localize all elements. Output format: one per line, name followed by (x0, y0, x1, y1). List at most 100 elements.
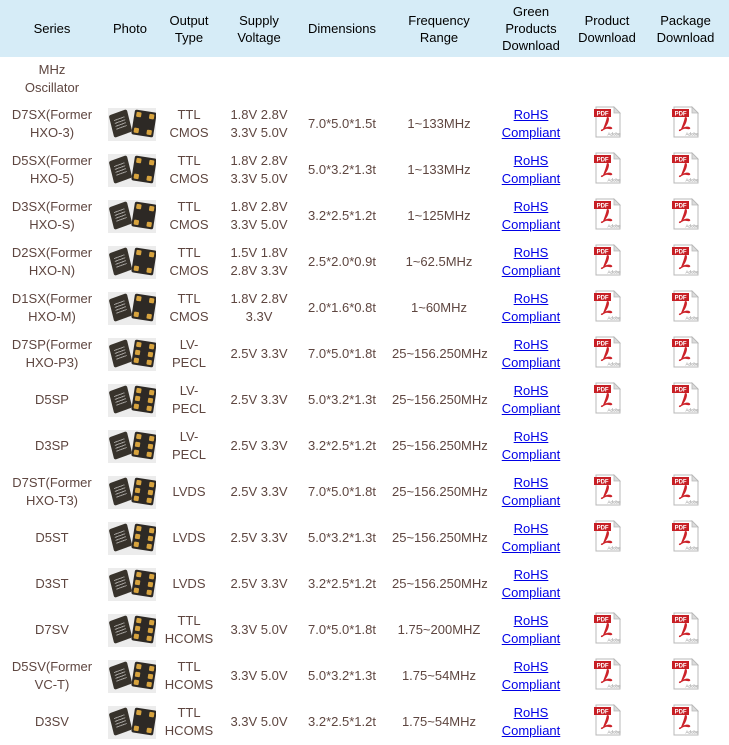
oscillator-photo (108, 246, 156, 279)
chip-pad (136, 249, 142, 255)
rohs-compliant-link[interactable]: RoHS Compliant (502, 520, 561, 556)
product-pdf-icon[interactable]: PDF Adobe (594, 520, 621, 552)
chip-pad (149, 435, 155, 441)
product-pdf-icon[interactable]: PDF Adobe (594, 290, 621, 322)
green-products-cell: RoHS Compliant (490, 193, 572, 239)
product-pdf-icon[interactable]: PDF Adobe (594, 244, 621, 276)
svg-text:PDF: PDF (675, 617, 687, 623)
product-pdf-icon[interactable]: PDF Adobe (594, 336, 621, 368)
product-download-cell: PDF Adobe (572, 699, 642, 745)
svg-text:Adobe: Adobe (607, 499, 621, 504)
chip-pad (149, 573, 155, 579)
rohs-compliant-link[interactable]: RoHS Compliant (502, 244, 561, 280)
package-pdf-icon[interactable]: PDF Adobe (672, 290, 699, 322)
svg-text:Adobe: Adobe (607, 545, 621, 550)
series-cell: D5ST (0, 515, 104, 561)
svg-text:Adobe: Adobe (686, 545, 700, 550)
series-name: D5SP (35, 392, 69, 407)
package-pdf-icon[interactable]: PDF Adobe (672, 704, 699, 736)
rohs-compliant-link[interactable]: RoHS Compliant (502, 612, 561, 648)
chip-top-view (109, 247, 133, 276)
package-pdf-icon[interactable]: PDF Adobe (672, 198, 699, 230)
product-pdf-icon[interactable]: PDF Adobe (594, 382, 621, 414)
product-pdf-icon[interactable]: PDF Adobe (594, 152, 621, 184)
chip-pad (136, 295, 142, 301)
product-download-cell: PDF Adobe (572, 653, 642, 699)
chip-pad (133, 127, 139, 133)
rohs-compliant-link[interactable]: RoHS Compliant (502, 382, 561, 418)
frequency-range-value: 1.75~54MHz (402, 714, 476, 729)
package-pdf-icon[interactable]: PDF Adobe (672, 612, 699, 644)
output-type-value: TTL CMOS (170, 199, 209, 232)
product-pdf-icon[interactable]: PDF Adobe (594, 474, 621, 506)
rohs-compliant-link[interactable]: RoHS Compliant (502, 290, 561, 326)
svg-text:Adobe: Adobe (607, 361, 621, 366)
package-pdf-icon[interactable]: PDF Adobe (672, 520, 699, 552)
chip-pad (148, 627, 154, 633)
package-download-cell: PDF Adobe (642, 331, 729, 377)
green-products-cell: RoHS Compliant (490, 101, 572, 147)
frequency-range-value: 1~125MHz (407, 208, 470, 223)
output-type-cell: LVDS (156, 561, 222, 607)
product-pdf-icon[interactable]: PDF Adobe (594, 198, 621, 230)
series-name: D5SV(Former VC-T) (12, 659, 92, 692)
chip-bottom-view (131, 661, 156, 689)
product-pdf-icon[interactable]: PDF Adobe (594, 612, 621, 644)
oscillator-photo (108, 706, 156, 739)
output-type-cell: LV- PECL (156, 423, 222, 469)
package-download-cell (642, 561, 729, 607)
column-header-dimensions: Dimensions (296, 0, 388, 57)
output-type-cell: TTL CMOS (156, 285, 222, 331)
chip-top-view (109, 155, 133, 184)
green-products-cell: RoHS Compliant (490, 607, 572, 653)
svg-text:PDF: PDF (596, 525, 608, 531)
chip-pad (146, 405, 152, 411)
package-download-cell: PDF Adobe (642, 285, 729, 331)
chip-pad (146, 497, 152, 503)
product-pdf-icon[interactable]: PDF Adobe (594, 704, 621, 736)
package-pdf-icon[interactable]: PDF Adobe (672, 474, 699, 506)
supply-voltage-value: 1.8V 2.8V 3.3V 5.0V (230, 199, 287, 232)
package-pdf-icon[interactable]: PDF Adobe (672, 244, 699, 276)
frequency-range-value: 25~156.250MHz (392, 392, 488, 407)
rohs-compliant-link[interactable]: RoHS Compliant (502, 428, 561, 464)
rohs-compliant-link[interactable]: RoHS Compliant (502, 198, 561, 234)
package-pdf-icon[interactable]: PDF Adobe (672, 152, 699, 184)
svg-text:Adobe: Adobe (607, 223, 621, 228)
rohs-compliant-link[interactable]: RoHS Compliant (502, 704, 561, 740)
chip-pad (149, 343, 155, 349)
svg-text:Adobe: Adobe (686, 499, 700, 504)
green-products-cell: RoHS Compliant (490, 423, 572, 469)
package-pdf-icon[interactable]: PDF Adobe (672, 658, 699, 690)
frequency-range-value: 25~156.250MHz (392, 438, 488, 453)
package-download-cell: PDF Adobe (642, 607, 729, 653)
dimensions-cell: 5.0*3.2*1.3t (296, 515, 388, 561)
product-pdf-icon[interactable]: PDF Adobe (594, 106, 621, 138)
chip-pad (148, 351, 154, 357)
supply-voltage-cell: 1.8V 2.8V 3.3V (222, 285, 296, 331)
product-download-cell: PDF Adobe (572, 193, 642, 239)
package-pdf-icon[interactable]: PDF Adobe (672, 106, 699, 138)
svg-text:PDF: PDF (675, 479, 687, 485)
svg-text:PDF: PDF (596, 709, 608, 715)
supply-voltage-value: 2.5V 3.3V (230, 576, 287, 591)
chip-pad (135, 579, 141, 585)
package-pdf-icon[interactable]: PDF Adobe (672, 336, 699, 368)
rohs-compliant-link[interactable]: RoHS Compliant (502, 152, 561, 188)
package-pdf-icon[interactable]: PDF Adobe (672, 382, 699, 414)
output-type-cell: TTL HCOMS (156, 607, 222, 653)
rohs-compliant-link[interactable]: RoHS Compliant (502, 566, 561, 602)
package-download-cell: PDF Adobe (642, 377, 729, 423)
table-row: D7SV TTL HCOMS 3.3V 5.0V 7.0*5.0*1.8t 1.… (0, 607, 729, 653)
chip-pad (149, 481, 155, 487)
svg-text:PDF: PDF (596, 157, 608, 163)
svg-text:PDF: PDF (596, 663, 608, 669)
product-pdf-icon[interactable]: PDF Adobe (594, 658, 621, 690)
rohs-compliant-link[interactable]: RoHS Compliant (502, 474, 561, 510)
rohs-compliant-link[interactable]: RoHS Compliant (502, 336, 561, 372)
product-download-cell: PDF Adobe (572, 607, 642, 653)
rohs-compliant-link[interactable]: RoHS Compliant (502, 658, 561, 694)
rohs-compliant-link[interactable]: RoHS Compliant (502, 106, 561, 142)
dimensions-value: 3.2*2.5*1.2t (308, 576, 376, 591)
photo-cell (104, 515, 156, 561)
